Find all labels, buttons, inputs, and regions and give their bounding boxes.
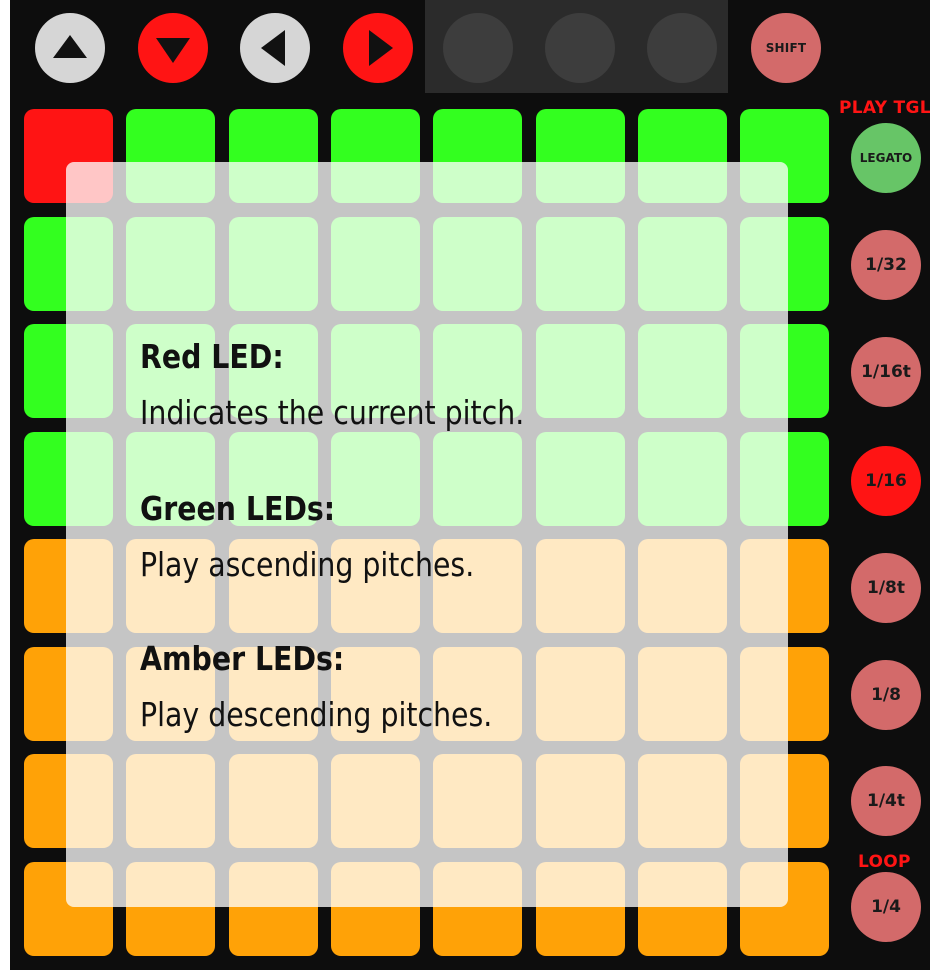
rate-1-8t-button[interactable]: 1/8t — [851, 553, 921, 623]
side-button-label: 1/8t — [867, 578, 905, 598]
launchpad-device: SHIFT PLAY TGL LOOP LEGATO 1/32 1/16t 1/… — [0, 0, 930, 970]
shift-label: SHIFT — [765, 41, 807, 55]
side-button-label: 1/4 — [871, 897, 901, 917]
side-button-label: 1/8 — [871, 685, 901, 705]
red-led-heading: Red LED: — [140, 337, 284, 376]
rate-1-16t-button[interactable]: 1/16t — [851, 337, 921, 407]
red-led-description: Indicates the current pitch. — [140, 393, 525, 432]
green-led-description: Play ascending pitches. — [140, 545, 475, 584]
arrow-up-button[interactable] — [35, 13, 105, 83]
green-led-heading: Green LEDs: — [140, 489, 336, 528]
arrow-right-button[interactable] — [343, 13, 413, 83]
arrow-up-icon — [35, 13, 105, 83]
legato-button[interactable]: LEGATO — [851, 123, 921, 193]
side-button-label: LEGATO — [859, 151, 913, 165]
loop-label: LOOP — [858, 852, 911, 872]
rate-1-32-button[interactable]: 1/32 — [851, 230, 921, 300]
side-button-label: 1/16 — [865, 471, 907, 491]
side-button-label: 1/4t — [867, 791, 905, 811]
rate-1-16-button[interactable]: 1/16 — [851, 446, 921, 516]
top-button-user2[interactable] — [647, 13, 717, 83]
rate-1-8-button[interactable]: 1/8 — [851, 660, 921, 730]
info-overlay — [66, 162, 788, 907]
top-button-user1[interactable] — [545, 13, 615, 83]
side-button-label: 1/16t — [861, 362, 911, 382]
arrow-right-icon — [343, 13, 413, 83]
rate-1-4t-button[interactable]: 1/4t — [851, 766, 921, 836]
arrow-left-icon — [240, 13, 310, 83]
amber-led-heading: Amber LEDs: — [140, 639, 345, 678]
top-button-session[interactable] — [443, 13, 513, 83]
shift-button[interactable]: SHIFT — [751, 13, 821, 83]
rate-1-4-button[interactable]: 1/4 — [851, 872, 921, 942]
arrow-down-button[interactable] — [138, 13, 208, 83]
arrow-down-icon — [138, 13, 208, 83]
arrow-left-button[interactable] — [240, 13, 310, 83]
play-tgl-label: PLAY TGL — [839, 98, 930, 118]
amber-led-description: Play descending pitches. — [140, 695, 493, 734]
side-button-label: 1/32 — [865, 255, 907, 275]
